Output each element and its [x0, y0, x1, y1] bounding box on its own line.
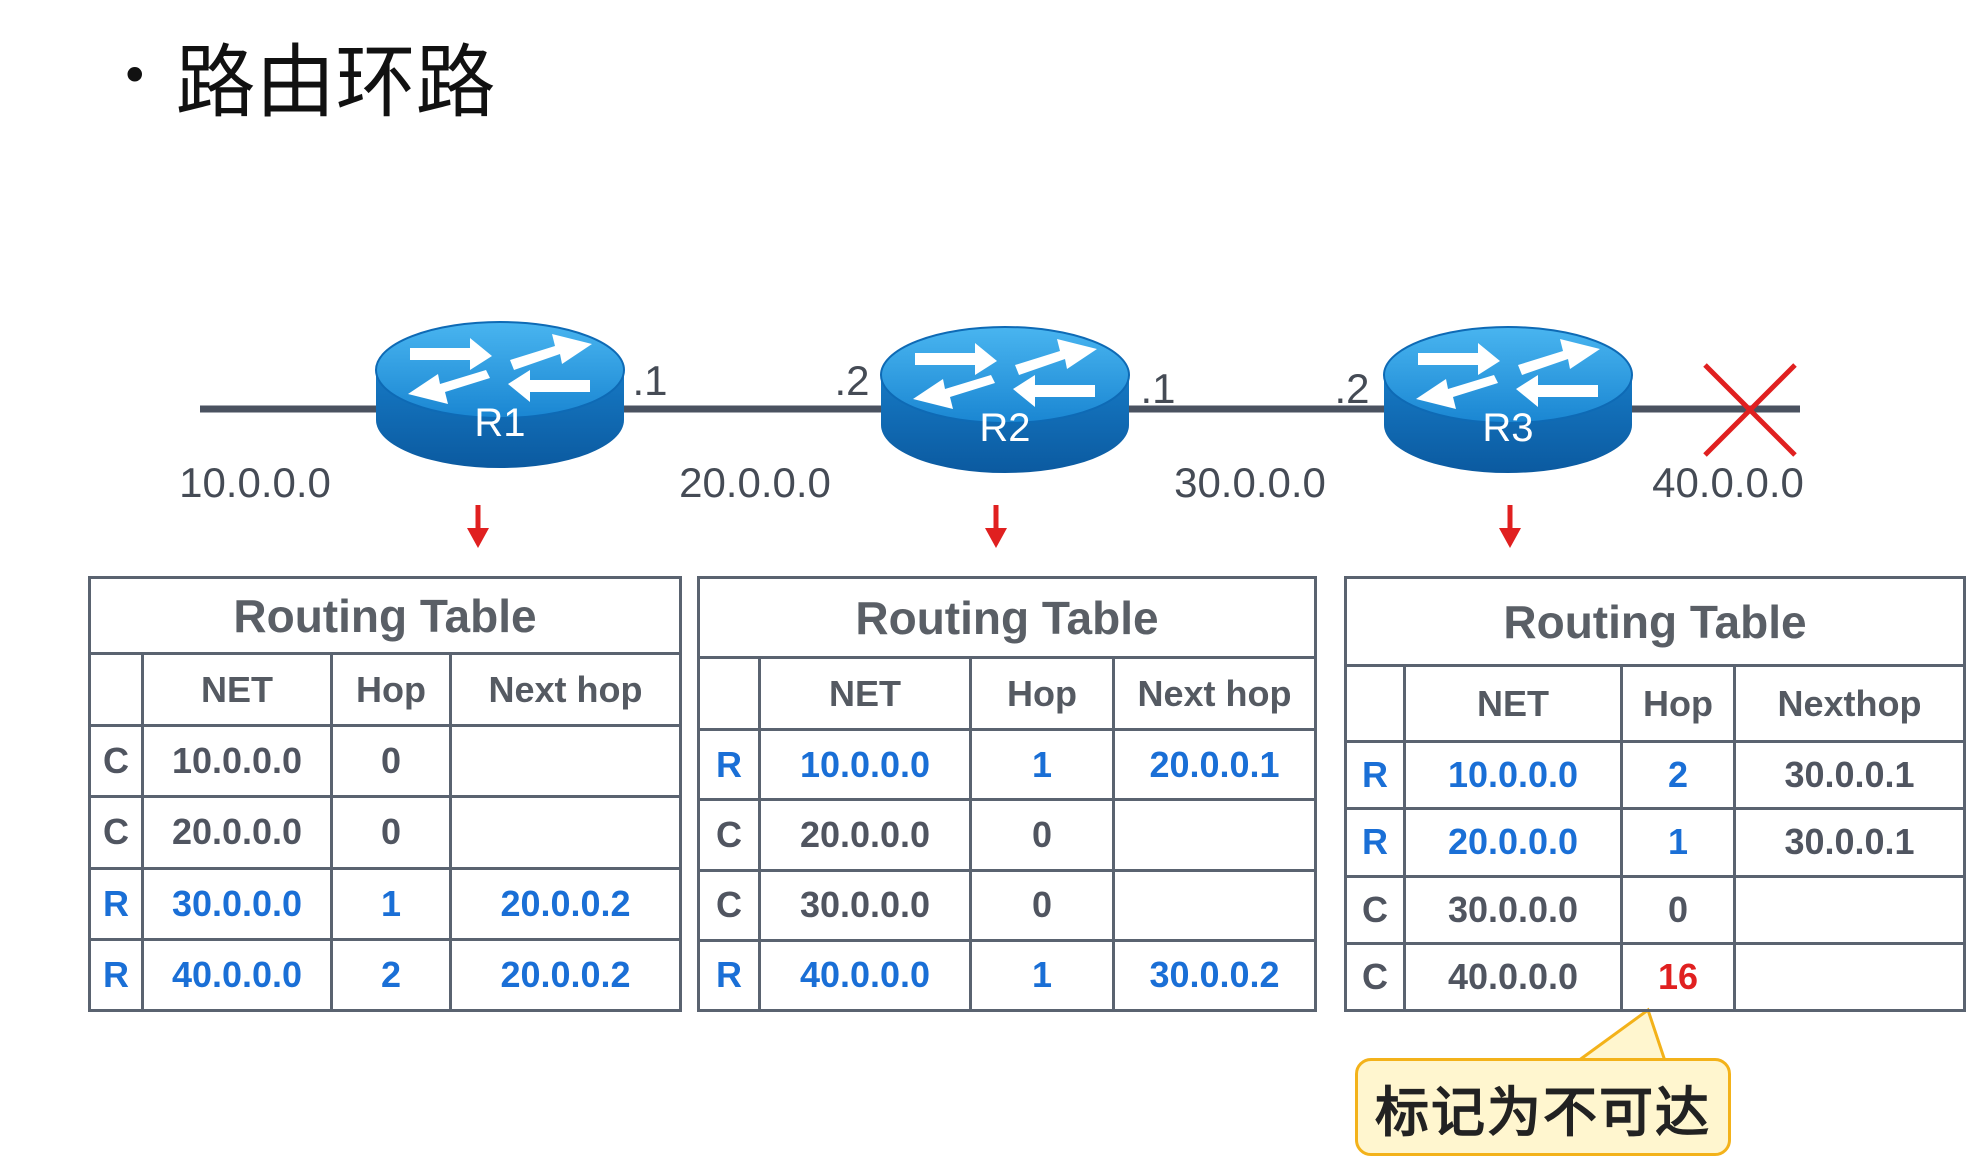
cell-type: C [88, 795, 144, 870]
table-row: C 10.0.0.0 0 [88, 723, 682, 799]
header-nexthop: Next hop [449, 652, 682, 727]
cell-net: 20.0.0.0 [758, 798, 972, 872]
table-caption: Routing Table [1344, 576, 1966, 667]
cell-hop: 0 [969, 868, 1115, 942]
router-label: R2 [979, 406, 1030, 450]
routing-table-r3: Routing Table NET Hop Nexthop R 10.0.0.0 2… [1344, 576, 1966, 1013]
header-type [88, 652, 144, 727]
cell-hop: 1 [1620, 807, 1736, 878]
cell-type: R [88, 866, 144, 941]
cell-next [1112, 798, 1317, 872]
table-row: C 20.0.0.0 0 [88, 795, 682, 870]
router-label: R1 [474, 401, 525, 445]
cell-next [449, 795, 682, 870]
header-net: NET [758, 656, 972, 731]
cell-net: 10.0.0.0 [758, 727, 972, 802]
table-row: C 30.0.0.0 0 [1344, 874, 1966, 945]
cell-net: 30.0.0.0 [758, 868, 972, 942]
table-row: R 10.0.0.0 1 20.0.0.1 [697, 727, 1317, 802]
table-row: C 30.0.0.0 0 [697, 868, 1317, 942]
cell-type: C [88, 723, 144, 799]
cell-hop: 1 [969, 938, 1115, 1013]
cell-type: R [1344, 807, 1406, 878]
cell-type: C [697, 868, 761, 942]
table-row: R 20.0.0.0 1 30.0.0.1 [1344, 807, 1966, 878]
header-hop: Hop [1620, 664, 1736, 743]
header-net: NET [1403, 664, 1623, 743]
cell-type: R [697, 938, 761, 1013]
interface-label: .2 [1334, 365, 1369, 412]
interface-label: .2 [834, 357, 869, 404]
arrow-down-icon [1499, 505, 1521, 548]
cell-hop: 1 [330, 866, 452, 941]
table-row: R 10.0.0.0 2 30.0.0.1 [1344, 739, 1966, 811]
cell-hop: 2 [330, 937, 452, 1013]
table-row: R 30.0.0.0 1 20.0.0.2 [88, 866, 682, 941]
router-1-icon: R1 [375, 321, 625, 468]
network-label: 40.0.0.0 [1652, 459, 1804, 506]
cell-type: R [697, 727, 761, 802]
cell-hop: 2 [1620, 739, 1736, 811]
cell-next: 20.0.0.2 [449, 866, 682, 941]
interface-label: .1 [1140, 365, 1175, 412]
cell-type: C [1344, 874, 1406, 945]
header-type [697, 656, 761, 731]
table-caption: Routing Table [88, 576, 682, 655]
cell-net: 20.0.0.0 [141, 795, 333, 870]
header-nexthop: Next hop [1112, 656, 1317, 731]
header-hop: Hop [969, 656, 1115, 731]
cell-hop-unreachable: 16 [1620, 941, 1736, 1013]
routing-table-r1: Routing Table NET Hop Next hop C 10.0.0.0… [88, 576, 682, 1013]
cell-net: 40.0.0.0 [141, 937, 333, 1013]
arrow-down-icon [985, 505, 1007, 548]
cell-next [449, 723, 682, 799]
header-nexthop: Nexthop [1733, 664, 1966, 743]
cell-next [1733, 941, 1966, 1013]
cell-hop: 1 [969, 727, 1115, 802]
cell-hop: 0 [330, 723, 452, 799]
cell-next: 30.0.0.1 [1733, 807, 1966, 878]
callout-pointer [1573, 1007, 1668, 1063]
router-label: R3 [1482, 406, 1533, 450]
table-row: C 40.0.0.0 16 [1344, 941, 1966, 1013]
network-label: 20.0.0.0 [679, 459, 831, 506]
cell-net: 40.0.0.0 [758, 938, 972, 1013]
interface-label: .1 [632, 357, 667, 404]
cell-type: C [1344, 941, 1406, 1013]
header-hop: Hop [330, 652, 452, 727]
unreachable-callout: 标记为不可达 [1355, 1058, 1731, 1156]
cell-next: 20.0.0.1 [1112, 727, 1317, 802]
cell-net: 10.0.0.0 [141, 723, 333, 799]
table-row: C 20.0.0.0 0 [697, 798, 1317, 872]
table-row: R 40.0.0.0 2 20.0.0.2 [88, 937, 682, 1013]
network-label: 30.0.0.0 [1174, 459, 1326, 506]
cell-next: 30.0.0.2 [1112, 938, 1317, 1013]
header-net: NET [141, 652, 333, 727]
table-caption: Routing Table [697, 576, 1317, 659]
cell-next: 30.0.0.1 [1733, 739, 1966, 811]
router-3-icon: R3 [1383, 326, 1633, 473]
header-type [1344, 664, 1406, 743]
cell-net: 30.0.0.0 [141, 866, 333, 941]
cell-type: R [88, 937, 144, 1013]
cell-net: 30.0.0.0 [1403, 874, 1623, 945]
table-row: R 40.0.0.0 1 30.0.0.2 [697, 938, 1317, 1013]
cell-hop: 0 [1620, 874, 1736, 945]
cell-hop: 0 [330, 795, 452, 870]
cell-net: 40.0.0.0 [1403, 941, 1623, 1013]
cell-hop: 0 [969, 798, 1115, 872]
network-label: 10.0.0.0 [179, 459, 331, 506]
cell-type: C [697, 798, 761, 872]
arrow-down-icon [467, 505, 489, 548]
cell-next: 20.0.0.2 [449, 937, 682, 1013]
cell-type: R [1344, 739, 1406, 811]
cell-net: 20.0.0.0 [1403, 807, 1623, 878]
routing-table-r2: Routing Table NET Hop Next hop R 10.0.0.0… [697, 576, 1317, 1013]
cell-net: 10.0.0.0 [1403, 739, 1623, 811]
cell-next [1112, 868, 1317, 942]
cell-next [1733, 874, 1966, 945]
router-2-icon: R2 [880, 326, 1130, 473]
